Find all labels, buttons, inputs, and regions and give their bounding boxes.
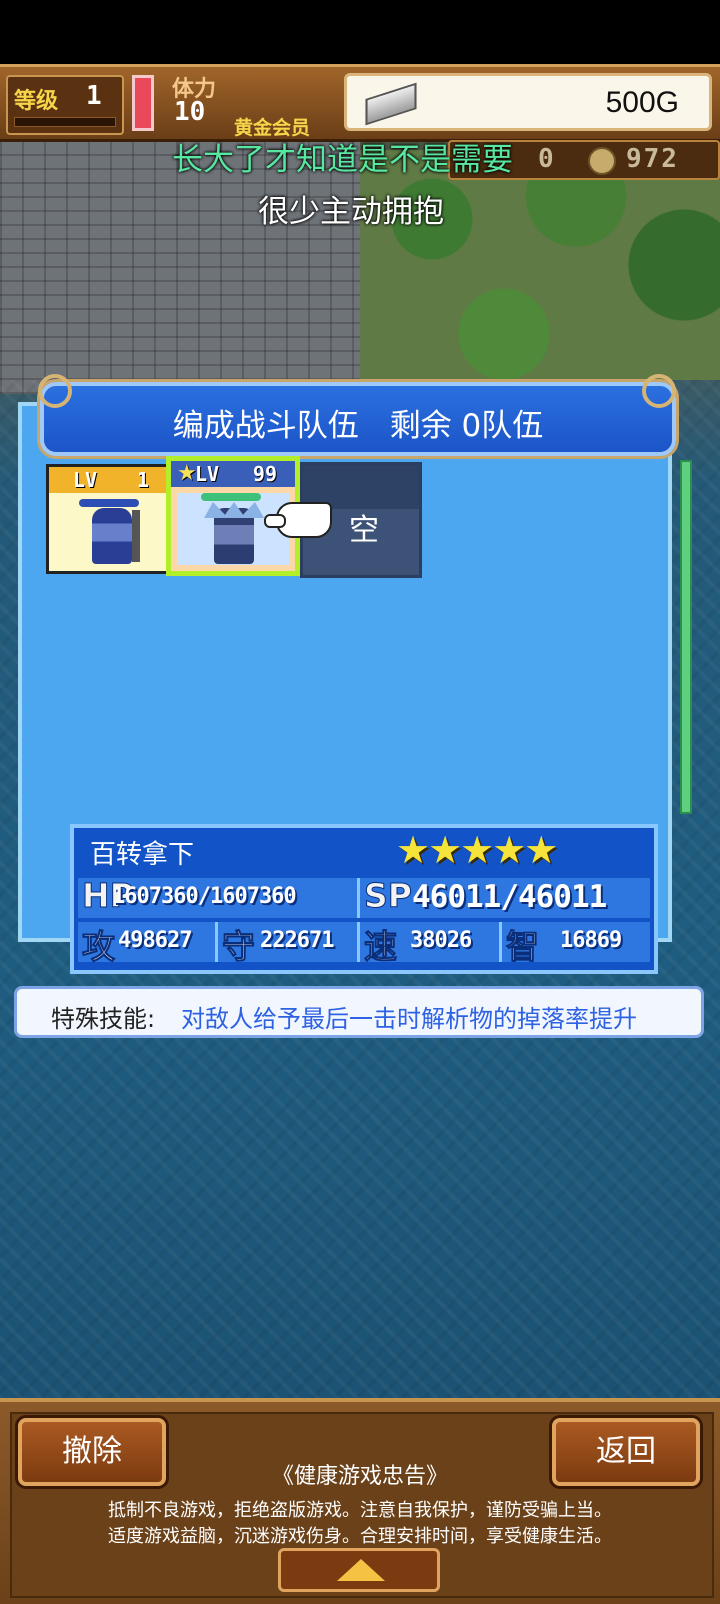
level-strip [49,467,167,493]
atk-label: 攻 [82,927,116,967]
sp-value: 46011/46011 [412,879,607,915]
empty-slot-label: 空 [349,513,379,548]
status-bar-area [0,0,720,64]
party-title: 编成战斗队伍 剩余 0队伍 [172,408,544,444]
sp-cell: SP 46011/46011 [360,876,650,918]
lyric-line-2: 很少主动拥抱 [258,194,444,230]
stamina-box: 体力 10 黄金会员 [162,71,332,139]
lyric-line-1: 长大了才知道是不是需要 [172,142,513,178]
up-arrow-icon [337,1559,385,1581]
slot-lv-value: 99 [252,462,277,486]
gold-box[interactable]: 500G [344,73,712,131]
int-cell: 智 16869 [502,922,650,967]
level-label: 等级 [14,89,59,114]
party-panel-header: 编成战斗队伍 剩余 0队伍 [40,382,676,456]
ninja-sprite [92,508,140,564]
int-label: 智 [506,927,540,967]
character-name: 百转拿下 [90,840,195,870]
stat-row-hp-sp: HP 1607360/1607360 SP 46011/46011 [78,876,650,918]
atk-value: 498627 [118,928,192,953]
level-box: 等级 1 [6,75,124,135]
stamina-value: 10 [174,97,206,127]
star-icon: ★ [177,461,197,486]
sp-label: SP [364,876,413,916]
spd-label: 速 [364,927,398,967]
corner-ornament [642,374,676,408]
health-notice-title: 《健康游戏忠告》 [271,1464,448,1489]
int-value: 16869 [560,928,622,953]
skill-text: 对敌人给予最后一击时解析物的掉落率提升 [181,1005,637,1033]
tree-scenery [360,150,720,380]
def-value: 222671 [260,928,334,953]
atk-cell: 攻 498627 [78,922,218,967]
coin-right-value: 972 [626,144,679,174]
expand-menu-button[interactable] [278,1548,440,1592]
stamina-gauge [132,75,154,131]
level-value: 1 [86,81,102,111]
top-hud: 等级 1 体力 10 黄金会员 500G [0,64,720,142]
def-cell: 守 222671 [218,922,360,967]
def-label: 守 [222,927,256,967]
special-skill-bar: 特殊技能: 对敌人给予最后一击时解析物的掉落率提升 [14,986,704,1038]
coin-left-value: 0 [538,144,554,174]
slot-lv-label: LV [195,462,220,486]
stat-row-attributes: 攻 498627 守 222671 速 38026 智 16869 [78,922,650,967]
slot-hp-bar [79,499,139,507]
exp-bar [14,117,116,127]
hp-value: 1607360/1607360 [112,884,297,909]
silver-ingot-icon [365,82,417,126]
health-notice-line-1: 抵制不良游戏，拒绝盗版游戏。注意自我保护，谨防受骗上当。 [108,1500,612,1521]
slot-lv-label: LV [73,468,98,492]
character-info-panel: 百转拿下 ★★★★★ HP 1607360/1607360 SP 46011/4… [70,824,658,974]
slot-lv-value: 1 [136,468,149,492]
slot-hp-bar [201,493,261,501]
spd-cell: 速 38026 [360,922,502,967]
corner-ornament [38,374,72,408]
pointing-hand-icon [264,502,332,538]
hp-cell: HP 1607360/1607360 [78,876,360,918]
spd-value: 38026 [410,928,472,953]
rarity-stars: ★★★★★ [396,828,558,872]
scrollbar[interactable] [680,460,692,814]
knight-sprite [214,508,254,564]
skill-label: 特殊技能: [51,1005,156,1033]
coin-icon [588,147,616,175]
gold-value: 500G [605,86,679,119]
health-notice-line-2: 适度游戏益脑，沉迷游戏伤身。合理安排时间，享受健康生活。 [108,1526,612,1547]
